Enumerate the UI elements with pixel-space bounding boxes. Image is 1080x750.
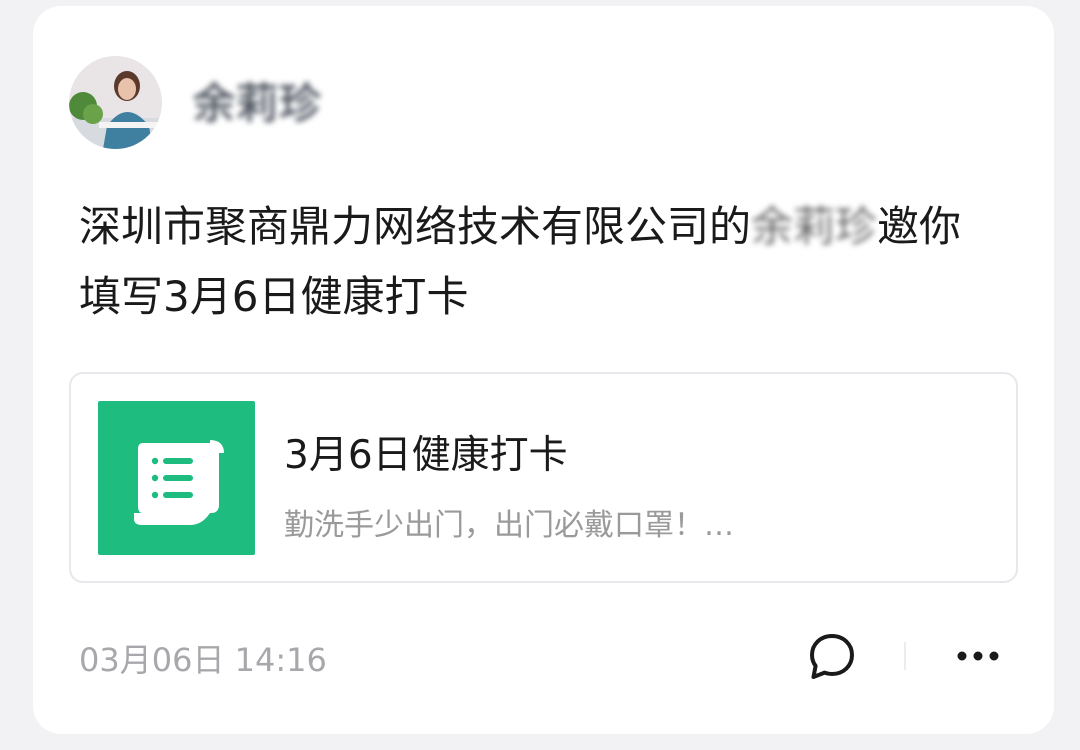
message-text-end: 邀你 — [877, 202, 962, 251]
post-card: 余莉珍 深圳市聚商鼎力网络技术有限公司的余莉珍邀你 填写3月6日健康打卡 3月6… — [33, 6, 1054, 734]
share-description: 勤洗手少出门，出门必戴口罩！… — [284, 508, 734, 543]
action-divider — [904, 642, 906, 670]
message-inviter-name: 余莉珍 — [751, 202, 878, 251]
message-text: 深圳市聚商鼎力网络技术有限公司的 — [79, 202, 752, 251]
post-timestamp: 03月06日 14:16 — [79, 641, 327, 679]
share-title: 3月6日健康打卡 — [284, 433, 568, 478]
comment-button[interactable] — [806, 631, 858, 683]
shared-form-card[interactable]: 3月6日健康打卡 勤洗手少出门，出门必戴口罩！… — [69, 372, 1018, 583]
avatar[interactable] — [69, 56, 162, 149]
scroll-list-icon — [98, 401, 255, 555]
comment-bubble-icon — [810, 634, 854, 679]
more-dots-icon — [957, 651, 999, 661]
more-button[interactable] — [948, 636, 1008, 676]
author-name[interactable]: 余莉珍 — [193, 70, 322, 131]
post-message: 深圳市聚商鼎力网络技术有限公司的余莉珍邀你 填写3月6日健康打卡 — [79, 192, 1029, 332]
message-text-line2: 填写3月6日健康打卡 — [79, 272, 469, 321]
